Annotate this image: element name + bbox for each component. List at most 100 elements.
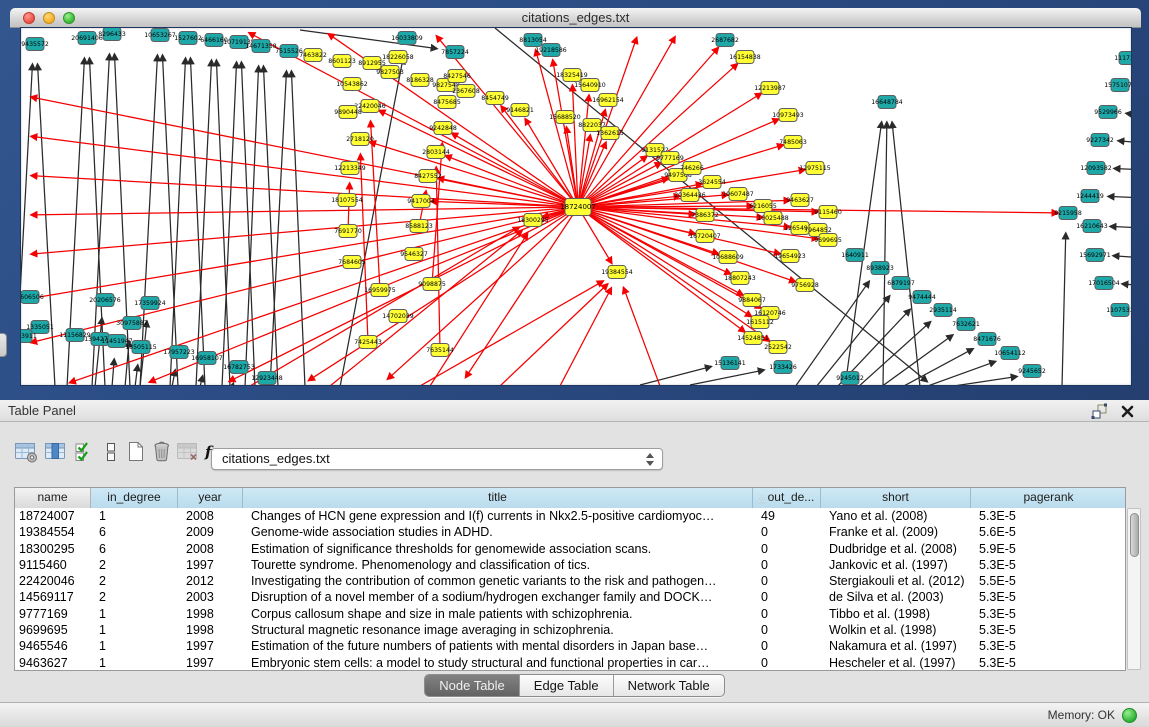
table-row[interactable]: 1456911722003Disruption of a novel membe…	[15, 589, 1125, 605]
graph-node[interactable]: 1733426	[769, 361, 797, 374]
float-window-icon[interactable]	[1090, 402, 1109, 421]
table-row[interactable]: 1938455462009Genome-wide association stu…	[15, 524, 1125, 540]
graph-node[interactable]: 7463822	[299, 49, 327, 62]
show-column-button[interactable]	[44, 440, 70, 466]
graph-node[interactable]: 7632621	[952, 318, 980, 331]
graph-node[interactable]: 8471676	[973, 333, 1001, 346]
graph-node[interactable]: 9227342	[1086, 134, 1114, 147]
graph-node[interactable]: 7425443	[354, 336, 382, 349]
graph-node[interactable]: 1117304	[1114, 52, 1131, 65]
graph-node[interactable]: 19384554	[601, 266, 633, 279]
graph-node[interactable]: 8454749	[481, 92, 509, 105]
network-view-canvas[interactable]: 9435572206914068296433106532671527602646…	[21, 28, 1131, 385]
tab-edge-table[interactable]: Edge Table	[520, 675, 614, 696]
column-header-name[interactable]: name	[15, 488, 91, 508]
table-settings-button[interactable]	[14, 440, 40, 466]
graph-node[interactable]: 16720407	[689, 230, 721, 243]
graph-node[interactable]: 16959975	[364, 284, 396, 297]
node-attribute-table[interactable]: namein_degreeyeartitle△out_de...shortpag…	[14, 487, 1126, 671]
window-titlebar[interactable]: citations_edges.txt	[10, 8, 1141, 28]
table-panel-header[interactable]: Table Panel	[0, 400, 1149, 422]
new-document-button[interactable]	[124, 440, 150, 466]
graph-node[interactable]: 9115460	[814, 206, 842, 219]
graph-node[interactable]: 8186328	[406, 74, 434, 87]
column-header-title[interactable]: title	[243, 488, 753, 508]
tab-node-table[interactable]: Node Table	[425, 675, 520, 696]
graph-node[interactable]: 14524851	[737, 332, 769, 345]
graph-node[interactable]: 2935114	[929, 304, 957, 317]
graph-node[interactable]: 15692971	[1079, 249, 1111, 262]
graph-node[interactable]: 15751074	[1104, 79, 1131, 92]
graph-node[interactable]: 10654112	[994, 347, 1026, 360]
table-row[interactable]: 946554611997Estimation of the future num…	[15, 638, 1125, 654]
table-row[interactable]: 2242004622012Investigating the contribut…	[15, 573, 1125, 589]
graph-node[interactable]: 1107533	[1106, 304, 1131, 317]
graph-node[interactable]: 18107554	[331, 194, 363, 207]
graph-node[interactable]: 9463627	[786, 194, 814, 207]
table-row[interactable]: 1872400712008Changes of HCN gene express…	[15, 508, 1125, 524]
graph-node[interactable]: 18226058	[382, 51, 414, 64]
graph-node[interactable]: 7485063	[779, 136, 807, 149]
graph-node[interactable]: 16648784	[871, 96, 903, 109]
graph-node[interactable]: 8938923	[866, 262, 894, 275]
graph-node[interactable]: 15136141	[714, 357, 746, 370]
close-icon[interactable]	[1118, 402, 1137, 421]
graph-node[interactable]: 2803144	[422, 146, 450, 159]
citation-network-graph[interactable]: 9435572206914068296433106532671527602646…	[21, 28, 1131, 385]
graph-node[interactable]: 9474444	[908, 291, 936, 304]
table-row[interactable]: 911546021997Tourette syndrome. Phenomeno…	[15, 557, 1125, 573]
column-header-year[interactable]: year	[178, 488, 243, 508]
graph-node[interactable]: 2718120	[346, 133, 374, 146]
graph-node[interactable]: 7684605	[338, 256, 366, 269]
graph-node[interactable]: 17359924	[134, 297, 166, 310]
column-header-short[interactable]: short	[821, 488, 971, 508]
graph-node[interactable]: 17016504	[1088, 277, 1120, 290]
graph-node[interactable]: 9146821	[506, 104, 534, 117]
graph-node[interactable]: 16154838	[729, 51, 761, 64]
table-row[interactable]: 1830029562008Estimation of significance …	[15, 541, 1125, 557]
table-header-row[interactable]: namein_degreeyeartitle△out_de...shortpag…	[15, 488, 1125, 508]
graph-node[interactable]: 10025488	[757, 212, 789, 225]
graph-node[interactable]: 18724007	[560, 199, 596, 216]
graph-node[interactable]: 1244419	[1076, 190, 1104, 203]
graph-node[interactable]: 10653267	[144, 29, 176, 42]
graph-node[interactable]: 10688609	[712, 251, 744, 264]
graph-node[interactable]: 8601123	[328, 55, 356, 68]
clear-selection-button[interactable]	[100, 440, 126, 466]
graph-node[interactable]: 9529966	[1094, 106, 1122, 119]
table-body[interactable]: 1872400712008Changes of HCN gene express…	[15, 508, 1125, 671]
graph-node[interactable]: 12213987	[754, 82, 786, 95]
tab-network-table[interactable]: Network Table	[614, 675, 724, 696]
column-header-out_de[interactable]: △out_de...	[753, 488, 821, 508]
vertical-scrollbar[interactable]	[1127, 508, 1141, 670]
graph-node[interactable]: 9242848	[429, 122, 457, 135]
scrollbar-thumb[interactable]	[1130, 513, 1139, 557]
graph-node[interactable]: 14702039	[382, 310, 414, 323]
graph-node[interactable]: 9417004	[407, 195, 435, 208]
graph-node[interactable]: 746266	[680, 162, 704, 175]
graph-node[interactable]: 2687682	[711, 34, 739, 47]
network-file-select[interactable]: citations_edges.txt	[211, 448, 663, 470]
graph-node[interactable]: 9245652	[1018, 365, 1046, 378]
graph-node[interactable]: 20206576	[89, 294, 121, 307]
graph-node[interactable]: 8215958	[1054, 207, 1082, 220]
delete-table-button[interactable]	[150, 440, 176, 466]
graph-node[interactable]: 1640911	[841, 249, 869, 262]
graph-node[interactable]: 17957223	[163, 346, 195, 359]
graph-node[interactable]: 12093582	[1080, 162, 1112, 175]
graph-node[interactable]: 8427552	[414, 170, 442, 183]
graph-node[interactable]: 15688520	[549, 111, 581, 124]
graph-node[interactable]: 1527602	[174, 32, 202, 45]
table-row[interactable]: 969969511998Structural magnetic resonanc…	[15, 622, 1125, 638]
graph-node[interactable]: 8475685	[433, 96, 461, 109]
graph-node[interactable]: 10543862	[336, 78, 368, 91]
graph-node[interactable]: 9435572	[21, 38, 49, 51]
collapsed-panel-handle[interactable]	[0, 333, 7, 357]
graph-node[interactable]: 16962154	[592, 94, 624, 107]
graph-node[interactable]: 6879197	[887, 277, 915, 290]
graph-node[interactable]: 2606506	[21, 291, 44, 304]
column-header-in_degree[interactable]: in_degree	[91, 488, 178, 508]
column-header-pagerank[interactable]: pagerank	[971, 488, 1126, 508]
graph-node[interactable]: 10607487	[722, 188, 754, 201]
graph-node[interactable]: 12975115	[799, 162, 831, 175]
